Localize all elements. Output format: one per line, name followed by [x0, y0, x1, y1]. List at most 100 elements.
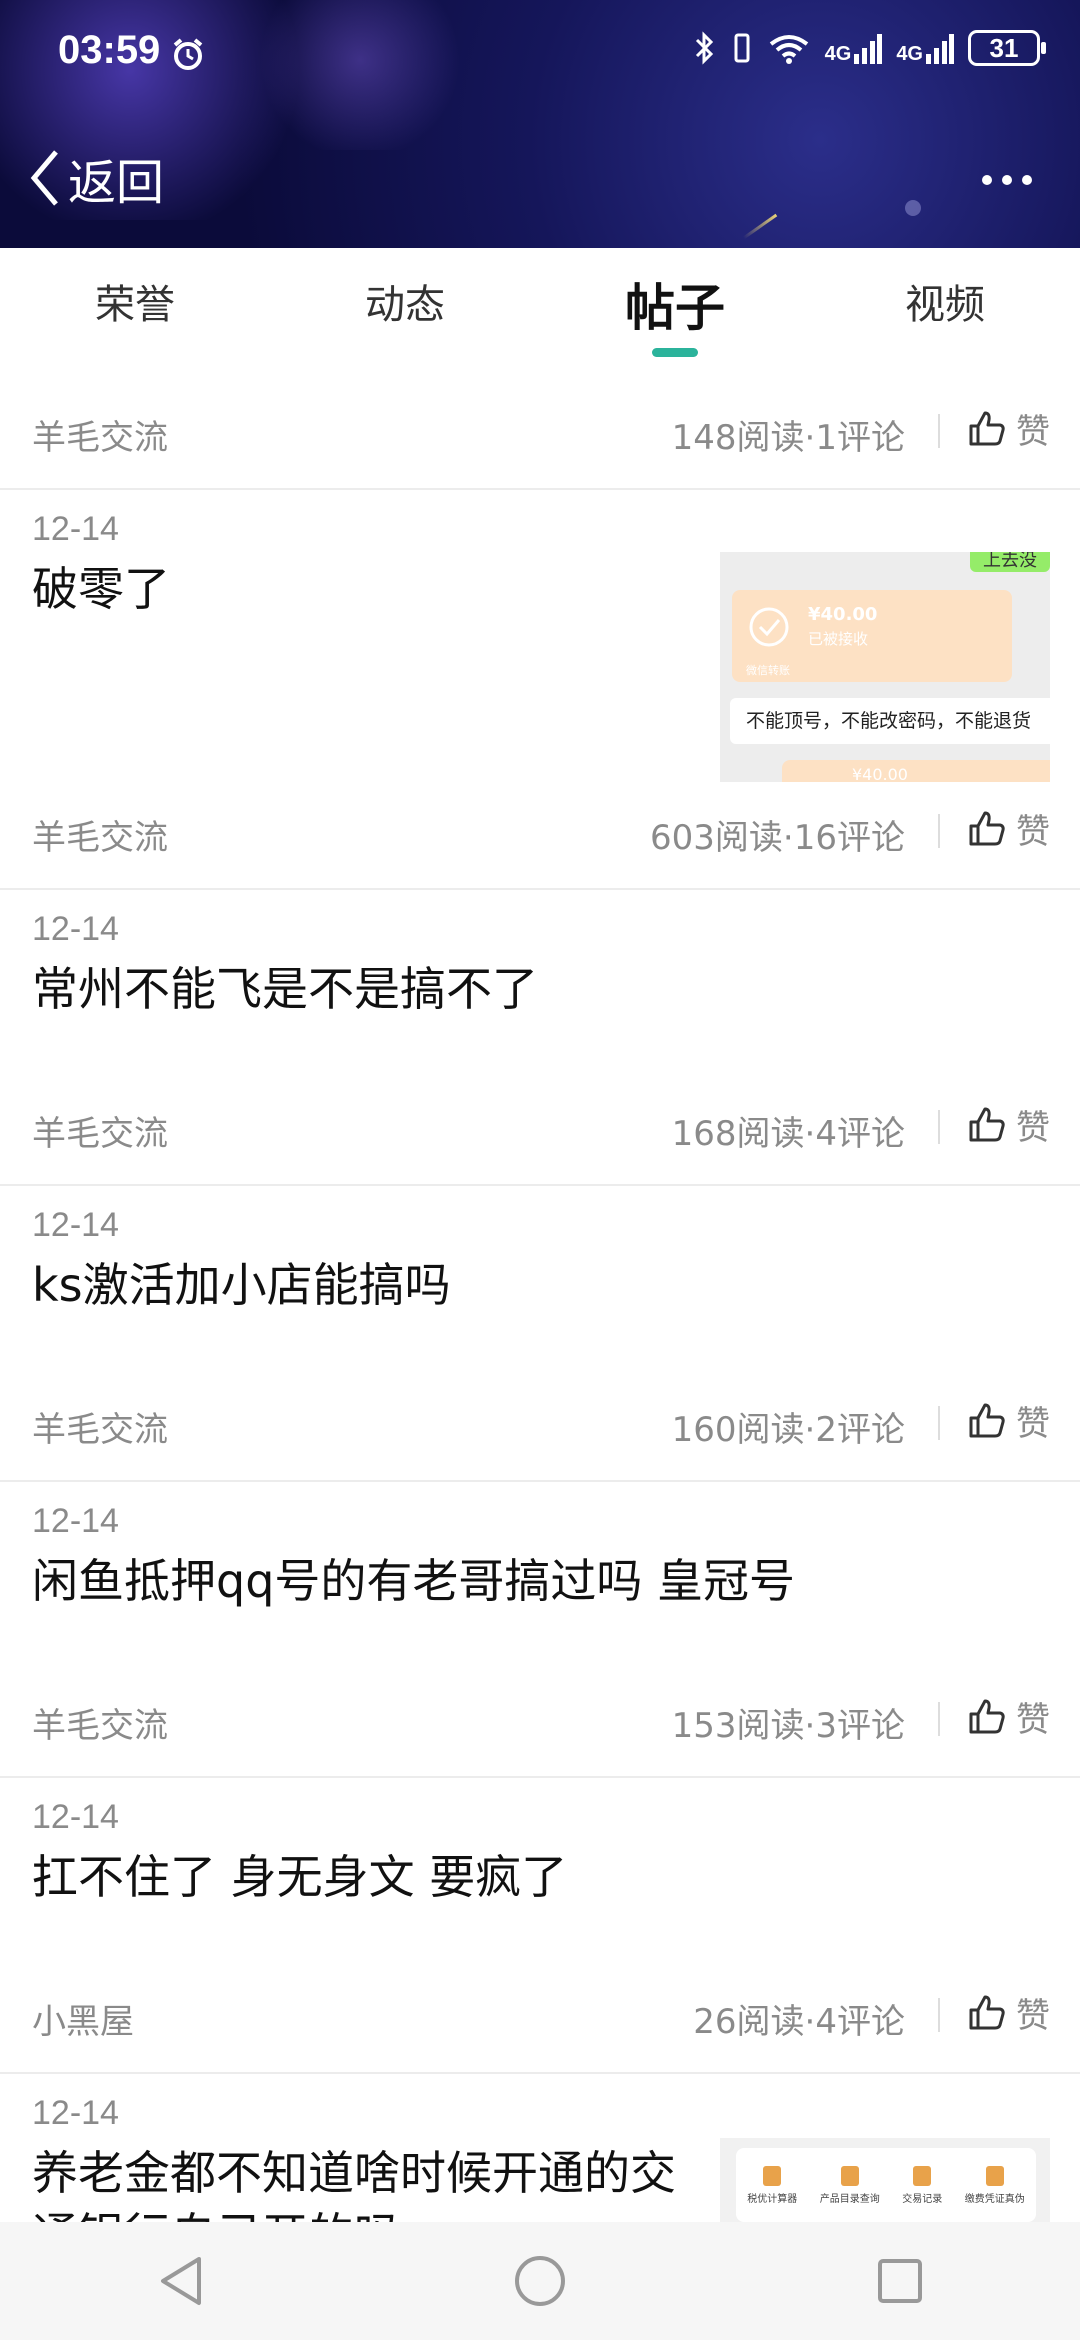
nav-back-button[interactable]	[125, 2231, 235, 2331]
post-item[interactable]: 12-14 ks激活加小店能搞吗	[0, 1186, 1080, 1372]
status-bar: 03:59 4G 4G 31	[0, 0, 1080, 110]
tab-activity[interactable]: 动态	[270, 248, 540, 368]
post-item[interactable]: 12-14 闲鱼抵押qq号的有老哥搞过吗 皇冠号	[0, 1482, 1080, 1668]
like-button[interactable]: 赞	[968, 1396, 1050, 1445]
post-group[interactable]: 小黑屋	[32, 1994, 134, 2043]
dot-icon	[1022, 175, 1032, 185]
service-label: 税优计算器	[747, 2193, 798, 2205]
triangle-back-icon	[161, 2257, 201, 2305]
service-item: 产品目录查询	[819, 2165, 880, 2205]
signal-bars-icon	[854, 34, 883, 64]
receipt-icon	[985, 2165, 1004, 2186]
tab-videos[interactable]: 视频	[810, 248, 1080, 368]
post-group[interactable]: 羊毛交流	[32, 810, 168, 859]
signal-bars-icon	[926, 34, 954, 64]
tab-posts[interactable]: 帖子	[540, 248, 810, 368]
post-date: 12-14	[32, 1502, 119, 1540]
service-label: 交易记录	[902, 2193, 943, 2205]
divider	[938, 1998, 940, 2032]
tab-honor[interactable]: 荣誉	[0, 248, 270, 368]
post-item[interactable]: 12-14 扛不住了 身无身文 要疯了	[0, 1778, 1080, 1964]
catalog-icon	[840, 2165, 859, 2186]
circle-home-icon	[515, 2256, 565, 2306]
more-options-button[interactable]	[982, 160, 1032, 200]
post-date: 12-14	[32, 910, 119, 948]
post-date: 12-14	[32, 2094, 119, 2132]
tab-label: 荣誉	[95, 282, 175, 328]
dot-icon	[1002, 175, 1012, 185]
back-label: 返回	[68, 155, 165, 211]
system-nav-bar	[0, 2222, 1080, 2340]
post-date: 12-14	[32, 1798, 119, 1836]
signal-1: 4G	[825, 32, 883, 64]
battery-indicator: 31	[968, 30, 1046, 66]
post-meta-row: 羊毛交流 153阅读·3评论 赞	[0, 1668, 1080, 1778]
chat-bubble-text: 上去没	[983, 552, 1037, 571]
post-stats: 168阅读·4评论	[671, 1114, 905, 1154]
service-grid: 税优计算器 产品目录查询 交易记录 缴费凭证真伪	[736, 2148, 1036, 2222]
post-feed: 羊毛交流 148阅读·1评论 赞 12-14 破零了 上去没 ¥40.00 已被…	[0, 380, 1080, 2274]
nav-recents-button[interactable]	[845, 2231, 955, 2331]
like-button[interactable]: 赞	[968, 804, 1050, 853]
like-button[interactable]: 赞	[968, 1988, 1050, 2037]
divider	[938, 814, 940, 848]
vibrate-icon	[734, 33, 750, 63]
wifi-icon	[769, 35, 808, 64]
transfer-card: ¥40.00	[782, 760, 1050, 782]
divider	[938, 1406, 940, 1440]
service-label: 产品目录查询	[819, 2193, 880, 2205]
post-title: 闲鱼抵押qq号的有老哥搞过吗 皇冠号	[32, 1554, 796, 1608]
post-meta-row: 羊毛交流 160阅读·2评论 赞	[0, 1372, 1080, 1482]
tab-label: 动态	[365, 282, 445, 328]
tab-bar: 荣誉 动态 帖子 视频	[0, 248, 1080, 368]
active-tab-indicator	[652, 348, 698, 357]
chat-bubble: 上去没	[970, 552, 1050, 572]
divider	[938, 1702, 940, 1736]
like-label: 赞	[1016, 1108, 1050, 1148]
like-label: 赞	[1016, 1700, 1050, 1740]
square-recents-icon	[878, 2259, 922, 2303]
post-title: 破零了	[32, 562, 170, 616]
post-group[interactable]: 羊毛交流	[32, 1698, 168, 1747]
service-item: 交易记录	[902, 2165, 943, 2205]
post-meta-row: 小黑屋 26阅读·4评论 赞	[0, 1964, 1080, 2074]
post-group[interactable]: 羊毛交流	[32, 1106, 168, 1155]
post-thumbnail[interactable]: 上去没 ¥40.00 已被接收 微信转账 不能顶号，不能改密码，不能退货 ¥40…	[720, 552, 1050, 782]
post-meta-row: 羊毛交流 148阅读·1评论 赞	[0, 380, 1080, 490]
post-stats: 26阅读·4评论	[693, 2002, 905, 2042]
post-stats: 160阅读·2评论	[671, 1410, 905, 1450]
nav-home-button[interactable]	[485, 2231, 595, 2331]
post-group[interactable]: 羊毛交流	[32, 1402, 168, 1451]
like-label: 赞	[1016, 1404, 1050, 1444]
post-stats: 148阅读·1评论	[671, 418, 905, 458]
post-group[interactable]: 羊毛交流	[32, 410, 168, 459]
divider	[938, 1110, 940, 1144]
like-button[interactable]: 赞	[968, 1100, 1050, 1149]
check-circle-icon	[749, 607, 789, 647]
tab-label: 视频	[905, 282, 985, 328]
post-title: 扛不住了 身无身文 要疯了	[32, 1850, 568, 1904]
chevron-left-icon	[30, 150, 58, 206]
like-button[interactable]: 赞	[968, 1692, 1050, 1741]
back-button[interactable]: 返回	[28, 146, 165, 211]
chat-bubble-text: 不能顶号，不能改密码，不能退货	[746, 710, 1032, 732]
thumbs-up-icon	[969, 1995, 1005, 2029]
post-title: ks激活加小店能搞吗	[32, 1258, 451, 1312]
like-label: 赞	[1016, 812, 1050, 852]
dot-icon	[982, 175, 992, 185]
like-label: 赞	[1016, 1996, 1050, 2036]
post-item[interactable]: 12-14 破零了 上去没 ¥40.00 已被接收 微信转账 不能顶号，不能改密…	[0, 490, 1080, 782]
transfer-status: 已被接收	[808, 630, 869, 648]
post-meta-row: 羊毛交流 603阅读·16评论 赞	[0, 780, 1080, 890]
post-title-line: 养老金都不知道啥时候开通的交	[32, 2146, 676, 2200]
record-icon	[913, 2165, 932, 2186]
calculator-icon	[763, 2165, 782, 2186]
alarm-icon	[173, 38, 203, 70]
transfer-note: 微信转账	[746, 664, 790, 677]
divider	[938, 414, 940, 448]
service-item: 税优计算器	[747, 2165, 798, 2205]
thumbs-up-icon	[969, 1403, 1005, 1437]
post-item[interactable]: 12-14 常州不能飞是不是搞不了	[0, 890, 1080, 1076]
like-button[interactable]: 赞	[968, 404, 1050, 453]
post-date: 12-14	[32, 1206, 119, 1244]
